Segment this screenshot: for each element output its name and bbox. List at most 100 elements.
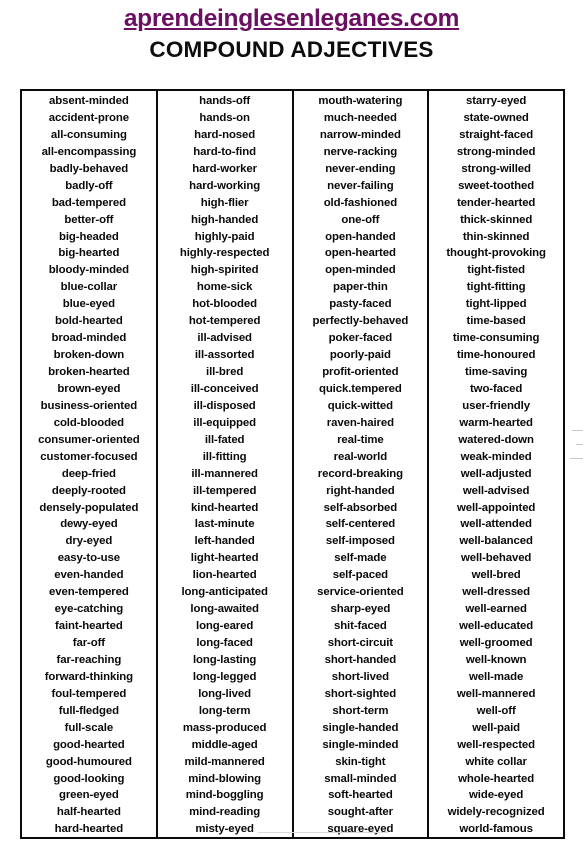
adjective-cell: full-fledged <box>58 704 119 717</box>
adjective-cell: thin-skinned <box>462 230 530 243</box>
adjective-cell: well-advised <box>462 484 530 497</box>
adjective-cell: short-sighted <box>324 687 397 700</box>
adjective-cell: never-failing <box>327 179 394 192</box>
adjective-cell: well-made <box>469 670 524 683</box>
adjective-cell: self-centered <box>325 518 396 531</box>
adjective-cell: badly-off <box>65 179 113 192</box>
adjective-cell: sought-after <box>327 806 393 819</box>
adjective-cell: square-eyed <box>327 823 394 836</box>
adjective-cell: deeply-rooted <box>51 484 126 497</box>
adjective-cell: absent-minded <box>49 95 129 107</box>
adjective-cell: left-handed <box>194 535 255 548</box>
adjective-cell: time-consuming <box>452 332 540 345</box>
adjective-cell: tender-hearted <box>456 196 536 209</box>
adjective-cell: profit-oriented <box>322 366 399 378</box>
adjective-cell: good-humoured <box>45 755 132 768</box>
adjective-cell: mouth-watering <box>318 95 403 107</box>
adjective-cell: green-eyed <box>58 789 119 802</box>
adjective-cell: ill-fated <box>204 433 245 446</box>
adjective-cell: ill-bred <box>206 366 244 378</box>
adjective-cell: well-mannered <box>456 687 536 700</box>
adjective-column-3: mouth-watering much-needed narrow-minded ne… <box>291 91 428 837</box>
adjective-cell: highly-respected <box>179 247 270 260</box>
worksheet-page: aprendeinglesenleganes.com COMPOUND ADJE… <box>0 0 583 844</box>
adjective-cell: nerve-racking <box>323 145 398 158</box>
adjective-cell: user-friendly <box>462 399 530 412</box>
adjective-cell: business-oriented <box>40 399 138 412</box>
adjective-cell: long-faced <box>196 637 253 649</box>
adjective-cell: badly-behaved <box>49 162 129 175</box>
adjective-cell: short-circuit <box>327 637 393 649</box>
adjective-cell: narrow-minded <box>319 128 401 141</box>
adjective-cell: two-faced <box>469 382 523 395</box>
adjective-cell: well-earned <box>465 603 527 616</box>
adjective-cell: single-handed <box>322 721 399 734</box>
adjective-cell: full-scale <box>64 721 114 734</box>
adjective-cell: customer-focused <box>40 450 138 463</box>
adjective-cell: self-paced <box>332 569 389 582</box>
adjective-cell: real-world <box>333 450 388 463</box>
adjective-cell: all-consuming <box>50 128 127 141</box>
adjective-cell: whole-hearted <box>458 772 535 785</box>
adjective-cell: skin-tight <box>335 755 386 768</box>
adjective-cell: self-made <box>334 552 387 565</box>
adjective-column-2: hands-off hands-on hard-nosed hard-to-find h… <box>155 91 292 837</box>
adjective-cell: middle-aged <box>191 738 258 751</box>
adjective-cell: consumer-oriented <box>38 433 140 446</box>
adjective-cell: sharp-eyed <box>330 603 391 616</box>
adjective-cell: strong-willed <box>461 162 531 175</box>
adjective-cell: weak-minded <box>460 450 532 463</box>
adjective-cell: hot-tempered <box>188 315 261 328</box>
adjective-cell: state-owned <box>463 111 529 124</box>
adjective-cell: faint-hearted <box>55 620 123 633</box>
adjective-cell: tight-fisted <box>467 264 525 277</box>
adjective-cell: well-appointed <box>456 501 536 514</box>
adjective-cell: short-handed <box>324 653 397 666</box>
adjective-cell: hard-hearted <box>54 823 124 836</box>
adjective-cell: quick-witted <box>327 399 393 412</box>
adjective-cell: well-behaved <box>460 552 532 565</box>
adjective-cell: one-off <box>341 213 380 226</box>
adjective-cell: easy-to-use <box>57 552 120 565</box>
adjective-cell: well-off <box>476 704 516 717</box>
adjective-cell: world-famous <box>459 823 533 836</box>
site-link[interactable]: aprendeinglesenleganes.com <box>124 6 460 32</box>
adjective-cell: ill-mannered <box>191 467 258 480</box>
adjective-cell: mind-reading <box>189 806 261 819</box>
adjective-cell: hard-to-find <box>193 145 256 158</box>
adjective-cell: open-handed <box>325 230 396 243</box>
adjective-cell: service-oriented <box>317 586 404 599</box>
adjective-cell: accident-prone <box>48 111 129 124</box>
adjective-cell: blue-collar <box>60 281 118 294</box>
adjective-cell: cold-blooded <box>53 416 125 429</box>
adjective-cell: time-saving <box>465 366 528 378</box>
adjective-cell: poorly-paid <box>329 349 391 362</box>
adjective-cell: bad-tempered <box>51 196 126 209</box>
adjective-cell: big-hearted <box>58 247 120 260</box>
adjective-cell: hands-on <box>199 111 250 124</box>
adjective-cell: hard-worker <box>192 162 257 175</box>
adjective-cell: hot-blooded <box>192 298 257 311</box>
adjective-cell: brown-eyed <box>57 382 121 395</box>
scan-artifact-line <box>258 832 388 833</box>
adjective-cell: well-known <box>465 653 527 666</box>
adjective-cell: wide-eyed <box>469 789 524 802</box>
adjective-cell: forward-thinking <box>44 670 133 683</box>
adjective-cell: tight-lipped <box>465 298 527 311</box>
adjective-cell: paper-thin <box>333 281 388 294</box>
adjective-cell: time-honoured <box>456 349 536 362</box>
adjective-cell: well-balanced <box>459 535 533 548</box>
adjective-cell: big-headed <box>58 230 119 243</box>
adjective-cell: time-based <box>466 315 526 328</box>
adjective-cell: long-lasting <box>192 653 257 666</box>
adjective-cell: much-needed <box>323 111 397 124</box>
adjective-cell: soft-hearted <box>328 789 393 802</box>
adjective-cell: short-lived <box>331 670 389 683</box>
adjective-cell: even-handed <box>54 569 124 582</box>
adjective-cell: widely-recognized <box>447 806 545 819</box>
adjective-cell: well-educated <box>459 620 534 633</box>
adjective-cell: poker-faced <box>328 332 393 345</box>
adjective-cell: foul-tempered <box>51 687 127 700</box>
adjective-cell: broken-down <box>53 349 125 362</box>
adjective-cell: dewy-eyed <box>60 518 118 531</box>
